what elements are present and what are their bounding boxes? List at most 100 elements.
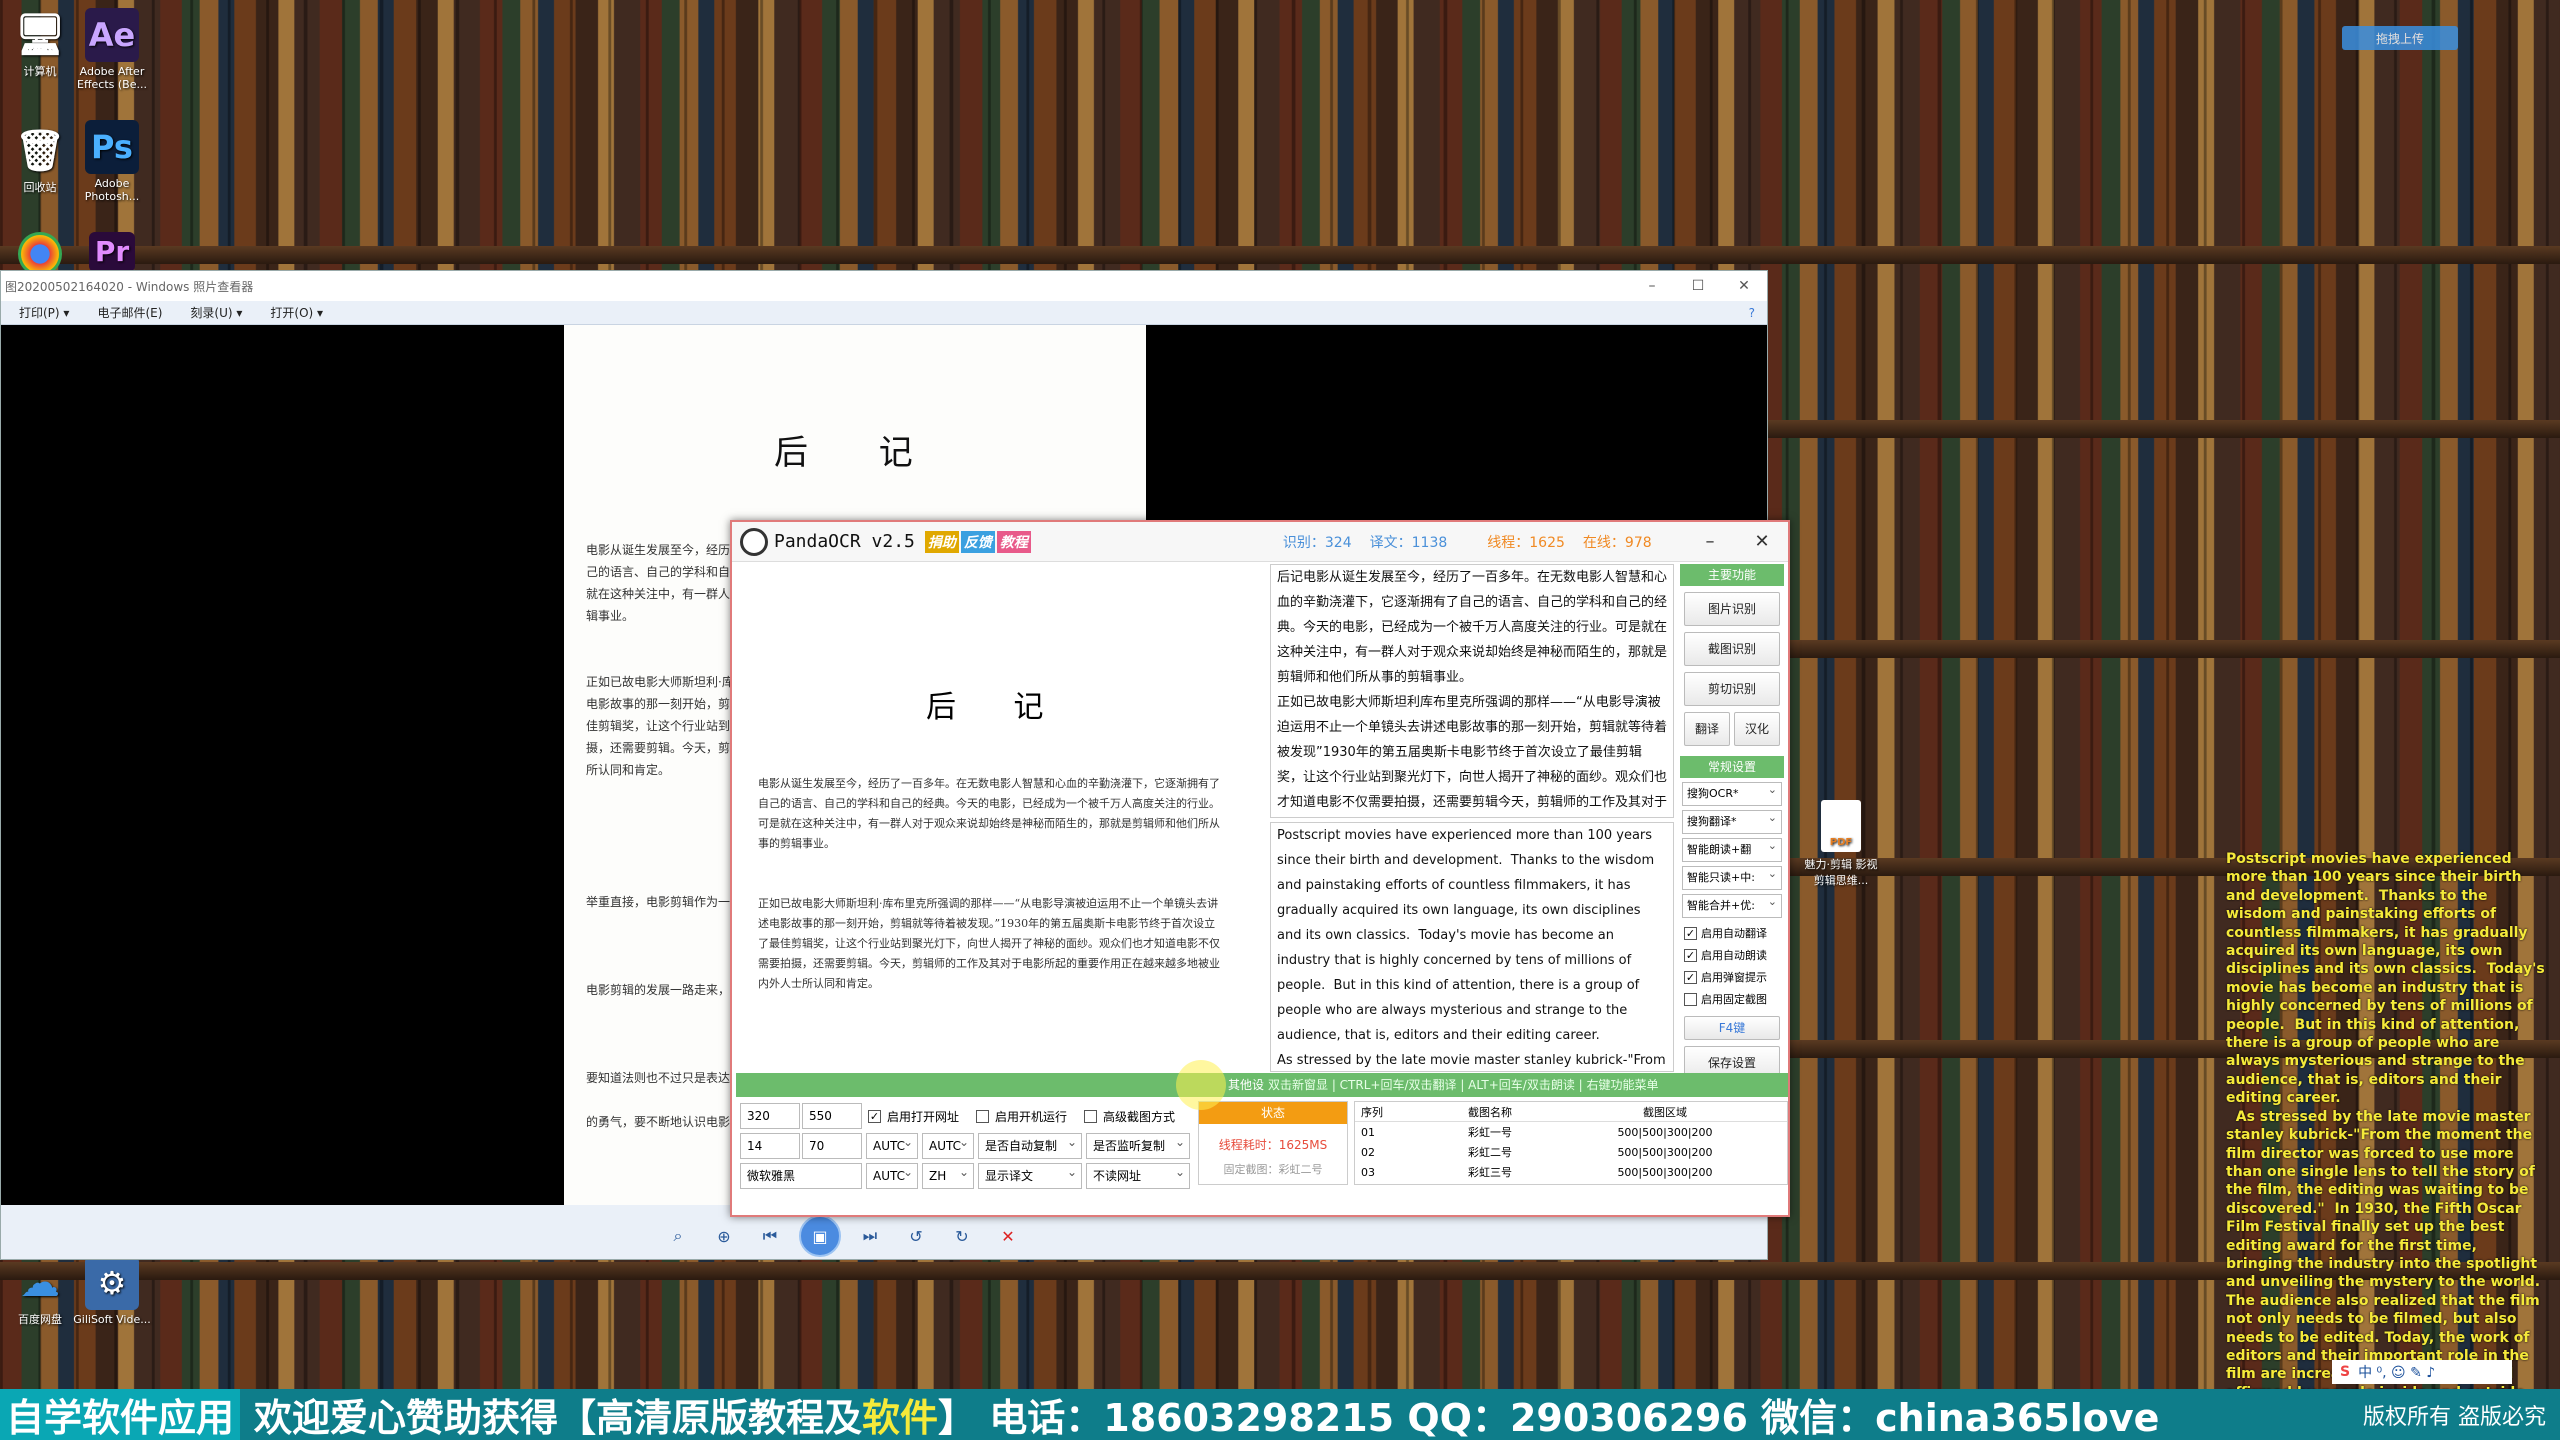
advanced-screenshot-checkbox[interactable]: 高级截图方式	[1084, 1103, 1175, 1129]
premiere-icon: Pr	[89, 232, 135, 272]
ime-status: 中 ⁰, ☺ ✎ ♪	[2358, 1365, 2436, 1381]
desktop-icon-baidu[interactable]: ☁ 百度网盘	[0, 1256, 80, 1327]
hint-text: 双击新窗显 | CTRL+回车/双击翻译 | ALT+回车/双击朗读 | 右键功…	[1268, 1078, 1659, 1092]
translate-button[interactable]: 翻译	[1684, 712, 1730, 746]
close-icon[interactable]: ✕	[1721, 278, 1767, 294]
shelf	[0, 1262, 2560, 1280]
recognized-text-area[interactable]: 后记电影从诞生发展至今，经历了一百多年。在无数电影人智慧和心血的辛勤浇灌下，它逐…	[1270, 564, 1674, 818]
screenshot-recognize-button[interactable]: 截图识别	[1684, 632, 1780, 666]
language-select[interactable]: ZH	[922, 1160, 974, 1189]
preview-paragraph: 正如已故电影大师斯坦利·库布里克所强调的那样——“从电影导演被迫运用不止一个单镜…	[758, 897, 1220, 990]
table-cell: 彩虹二号	[1468, 1146, 1512, 1159]
desktop-icon-computer[interactable]: 🖥 计算机	[0, 8, 80, 79]
next-icon[interactable]: ⏭	[853, 1222, 887, 1250]
rotate-right-icon[interactable]: ↻	[945, 1222, 979, 1250]
desktop-icon-after-effects[interactable]: Ae Adobe After Effects (Be...	[72, 8, 152, 91]
auto-translate-checkbox[interactable]: ✓ 启用自动翻译	[1684, 922, 1780, 944]
menu-email[interactable]: 电子邮件(E)	[79, 304, 172, 321]
fixed-screenshot-status: 固定截图：彩虹二号	[1223, 1163, 1323, 1176]
rotate-left-icon[interactable]: ↺	[899, 1222, 933, 1250]
checkbox-label: 启用弹窗提示	[1701, 971, 1767, 984]
table-cell: 02	[1361, 1145, 1375, 1159]
ocr-engine-select[interactable]: 搜狗OCR*	[1682, 779, 1782, 806]
gilisoft-icon: ⚙	[85, 1256, 139, 1310]
clipboard-recognize-button[interactable]: 剪切识别	[1684, 672, 1780, 706]
desktop-icon-recycle-bin[interactable]: 🗑 回收站	[0, 124, 80, 195]
desktop-icon-pdf[interactable]: 魅力·剪辑 影视剪辑思维...	[1800, 800, 1882, 888]
open-url-checkbox[interactable]: ✓ 启用打开网址	[868, 1103, 959, 1129]
previous-icon[interactable]: ⏮	[753, 1222, 787, 1250]
fixed-screenshot-checkbox[interactable]: 启用固定截图	[1684, 988, 1780, 1010]
photoshop-icon: Ps	[85, 120, 139, 174]
help-icon[interactable]: ?	[1731, 306, 1767, 320]
floating-translation: Postscript movies have experienced more …	[2226, 851, 2545, 1419]
auto-select-3[interactable]: AUTC	[866, 1160, 918, 1189]
column-header: 截图名称	[1468, 1105, 1512, 1119]
table-cell: 彩虹一号	[1468, 1126, 1512, 1139]
viewer-titlebar: 图20200502164020 - Windows 照片查看器 – ☐ ✕	[1, 271, 1767, 301]
minimize-icon[interactable]: –	[1629, 278, 1675, 294]
font-field[interactable]: 微软雅黑	[740, 1163, 862, 1189]
banner-copyright: 版权所有 盗版必究	[2363, 1404, 2546, 1430]
y-field[interactable]: 70	[802, 1133, 862, 1159]
pandaocr-window: PandaOCR v2.5 捐助 反馈 教程 识别：324 译文：1138 线程…	[730, 520, 1790, 1217]
maximize-icon[interactable]: ☐	[1675, 278, 1721, 294]
width-field[interactable]: 320	[740, 1103, 800, 1129]
menu-burn[interactable]: 刻录(U) ▾	[172, 304, 252, 321]
checkbox-label: 启用自动翻译	[1701, 927, 1767, 940]
close-icon[interactable]: ✕	[1736, 531, 1788, 552]
zoom-icon[interactable]: ⌕	[661, 1222, 695, 1250]
feedback-link[interactable]: 反馈	[960, 530, 995, 553]
thread-time: 线程耗时：1625MS	[1218, 1138, 1328, 1152]
delete-icon[interactable]: ✕	[991, 1222, 1025, 1250]
desktop-icon-gilisoft[interactable]: ⚙ GiliSoft Vide...	[72, 1256, 152, 1327]
table-row[interactable]: 01 彩虹一号 500|500|300|200	[1355, 1122, 1787, 1142]
read-mode-select[interactable]: 智能朗读+翻	[1682, 835, 1782, 862]
preview-paragraph: 电影从诞生发展至今，经历了一百多年。在无数电影人智慧和心血的辛勤浇灌下，它逐渐拥…	[758, 777, 1220, 850]
auto-read-checkbox[interactable]: ✓ 启用自动朗读	[1684, 944, 1780, 966]
desktop-icon-label: 百度网盘	[18, 1313, 62, 1326]
donate-link[interactable]: 捐助	[924, 530, 959, 553]
chinese-button[interactable]: 汉化	[1734, 712, 1780, 746]
image-recognize-button[interactable]: 图片识别	[1684, 592, 1780, 626]
auto-copy-select[interactable]: 是否自动复制	[978, 1130, 1082, 1159]
merge-mode-select[interactable]: 智能合并+优:	[1682, 891, 1782, 918]
minimize-icon[interactable]: –	[1684, 531, 1736, 552]
height-field[interactable]: 550	[802, 1103, 862, 1129]
popup-checkbox[interactable]: ✓ 启用弹窗提示	[1684, 966, 1780, 988]
slideshow-icon[interactable]: ▣	[799, 1215, 841, 1257]
desktop-icon-label: 回收站	[23, 181, 57, 194]
startup-checkbox[interactable]: 启用开机运行	[976, 1103, 1067, 1129]
translated-text-area[interactable]: Postscript movies have experienced more …	[1270, 822, 1674, 1072]
stat-threads: 线程：1625	[1487, 534, 1565, 551]
table-cell: 500|500|300|200	[1617, 1165, 1713, 1179]
table-row[interactable]: 02 彩虹二号 500|500|300|200	[1355, 1142, 1787, 1162]
auto-select-1[interactable]: AUTC	[866, 1130, 918, 1159]
table-cell: 01	[1361, 1125, 1375, 1139]
auto-select-2[interactable]: AUTC	[922, 1130, 974, 1159]
url-read-select[interactable]: 不读网址	[1086, 1160, 1190, 1189]
display-mode-select[interactable]: 显示译文	[978, 1160, 1082, 1189]
listen-copy-select[interactable]: 是否监听复制	[1086, 1130, 1190, 1159]
menu-open[interactable]: 打开(O) ▾	[252, 304, 333, 321]
desktop-icon-label: 魅力·剪辑 影视剪辑思维...	[1804, 858, 1878, 887]
x-field[interactable]: 14	[740, 1133, 800, 1159]
upload-button[interactable]: 拖拽上传	[2342, 26, 2458, 50]
panda-icon	[740, 527, 768, 556]
menu-print[interactable]: 打印(P) ▾	[1, 304, 79, 321]
column-header: 截图区域	[1643, 1105, 1687, 1119]
checkbox-label: 启用固定截图	[1701, 993, 1767, 1006]
other-settings-link[interactable]: 其他设	[1228, 1073, 1264, 1097]
page-heading: 后 记	[774, 433, 943, 473]
fit-icon[interactable]: ⊕	[707, 1222, 741, 1250]
read-only-select[interactable]: 智能只读+中:	[1682, 863, 1782, 890]
desktop-icon-photoshop[interactable]: Ps Adobe Photosh...	[72, 120, 152, 203]
translate-engine-select[interactable]: 搜狗翻译*	[1682, 807, 1782, 834]
baidu-netdisk-icon: ☁	[20, 1260, 60, 1306]
source-image-preview: 后 记 电影从诞生发展至今，经历了一百多年。在无数电影人智慧和心血的辛勤浇灌下，…	[736, 564, 1266, 1072]
table-row[interactable]: 03 彩虹三号 500|500|300|200	[1355, 1162, 1787, 1182]
main-functions-header: 主要功能	[1680, 564, 1784, 586]
ime-toolbar[interactable]: S 中 ⁰, ☺ ✎ ♪	[2332, 1360, 2512, 1384]
hotkey-field[interactable]: F4键	[1684, 1016, 1780, 1040]
tutorial-link[interactable]: 教程	[996, 530, 1031, 553]
